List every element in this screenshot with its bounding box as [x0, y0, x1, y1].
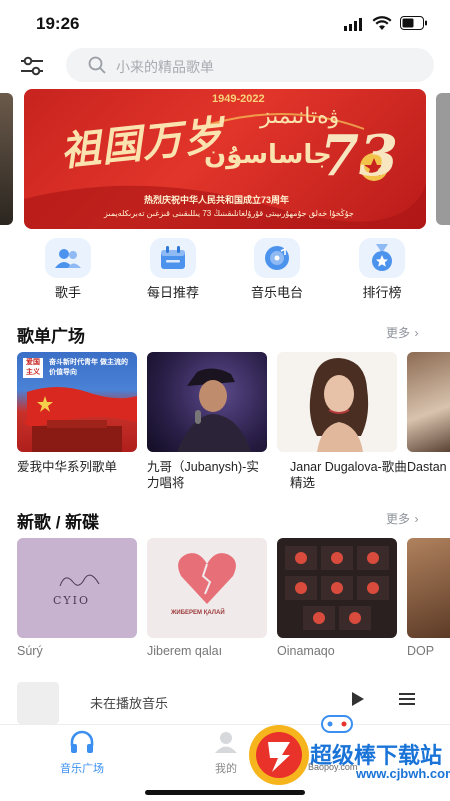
new-more-label: 更多	[386, 512, 411, 526]
playlist-card-title-4[interactable]: Dastan（精选	[407, 459, 450, 475]
tab-music-square[interactable]: 音乐广场	[52, 730, 112, 776]
banner-uyghur-bottom: جاساسۇن	[204, 139, 332, 169]
battery-icon	[400, 16, 428, 35]
singer-icon	[45, 238, 91, 278]
signal-icon	[344, 18, 364, 36]
medal-icon	[359, 238, 405, 278]
cover-text: ЖИБЕРЕМ ҚАЛАЙ	[171, 610, 225, 616]
watermark: 超级棒下载站 Baopoy.com www.cjbwh.com	[248, 712, 450, 796]
new-card-title-4[interactable]: DOP	[407, 644, 434, 658]
new-card-cover-2[interactable]: ЖИБЕРЕМ ҚАЛАЙ	[147, 538, 267, 638]
banner-uyghur-footer: جۇڭخۇا خەلق جۇمھۇرىيىتى قۇرۇلغانلىقىنىڭ …	[104, 209, 354, 218]
banner-prev-peek[interactable]	[0, 93, 13, 225]
playlist-more-label: 更多	[386, 326, 411, 340]
banner-number: 73	[320, 123, 398, 189]
watermark-url: www.cjbwh.com	[356, 766, 450, 781]
playlist-card-cover-4[interactable]	[407, 352, 450, 452]
search-placeholder: 小来的精品歌单	[116, 59, 214, 75]
playlist-card-title-2[interactable]: 九哥（Jubanysh)-实力唱将	[147, 459, 271, 491]
filter-settings-icon[interactable]	[18, 54, 46, 78]
tab-label-music-square: 音乐广场	[60, 763, 104, 775]
playlist-section-title: 歌单广场	[17, 327, 85, 346]
tab-label-mine: 我的	[215, 763, 237, 775]
quick-nav-label-singer: 歌手	[54, 285, 81, 300]
tab-mine[interactable]: 我的	[196, 730, 256, 776]
new-card-cover-1[interactable]: CYIO	[17, 538, 137, 638]
banner-national-day[interactable]: 1949-2022 祖国万岁 ۋەتانىمىز جاساسۇن 73 热烈庆祝…	[24, 89, 426, 229]
home-indicator	[145, 790, 305, 795]
status-time: 19:26	[36, 14, 80, 33]
quick-nav-label-daily: 每日推荐	[146, 285, 199, 300]
quick-nav-daily[interactable]	[150, 238, 196, 278]
new-card-title-2[interactable]: Jiberem qalaı	[147, 644, 222, 658]
player-cover[interactable]	[17, 682, 59, 724]
chevron-right-icon: ›	[414, 326, 419, 340]
calendar-icon	[150, 238, 196, 278]
playlist-more-button[interactable]: 更多 ›	[386, 324, 418, 342]
new-card-cover-4[interactable]	[407, 538, 450, 638]
playlist-card-title-1[interactable]: 爱我中华系列歌单	[17, 459, 141, 475]
search-icon	[88, 56, 106, 74]
cover-text: 奋斗新时代青年 做主流的价值导向	[49, 359, 128, 376]
new-card-cover-3[interactable]	[277, 538, 397, 638]
player-status: 未在播放音乐	[90, 696, 169, 711]
banner-subtitle: 热烈庆祝中华人民共和国成立73周年	[144, 195, 290, 205]
new-more-button[interactable]: 更多 ›	[386, 510, 418, 528]
playlist-card-cover-2[interactable]	[147, 352, 267, 452]
quick-nav-chart[interactable]	[359, 238, 405, 278]
playlist-card-title-3[interactable]: Janar Dugalova-歌曲精选	[290, 459, 414, 491]
quick-nav-radio[interactable]	[254, 238, 300, 278]
wifi-icon	[372, 16, 392, 36]
cover-badge: 爱国主义	[23, 358, 43, 378]
quick-nav-label-radio: 音乐电台	[250, 285, 303, 300]
gamepad-icon	[321, 715, 353, 733]
banner-next-peek[interactable]	[436, 93, 450, 225]
watermark-logo-icon	[249, 725, 309, 785]
chevron-right-icon: ›	[414, 512, 419, 526]
play-button[interactable]	[348, 690, 366, 713]
quick-nav-singer[interactable]	[45, 238, 91, 278]
new-card-title-3[interactable]: Oinamaqo	[277, 644, 335, 658]
quick-nav-label-chart: 排行榜	[362, 285, 402, 300]
playlist-card-cover-3[interactable]	[277, 352, 397, 452]
playlist-queue-icon[interactable]	[398, 690, 416, 713]
playlist-card-cover-1[interactable]: 爱国主义 奋斗新时代青年 做主流的价值导向	[17, 352, 137, 452]
new-section-title: 新歌 / 新碟	[17, 513, 100, 532]
new-card-title-1[interactable]: Súrý	[17, 644, 43, 658]
radio-icon	[254, 238, 300, 278]
cover-text: CYIO	[53, 594, 91, 607]
user-icon	[215, 732, 237, 753]
watermark-sub: Baopoy.com	[308, 762, 358, 772]
headphones-icon	[70, 730, 94, 753]
